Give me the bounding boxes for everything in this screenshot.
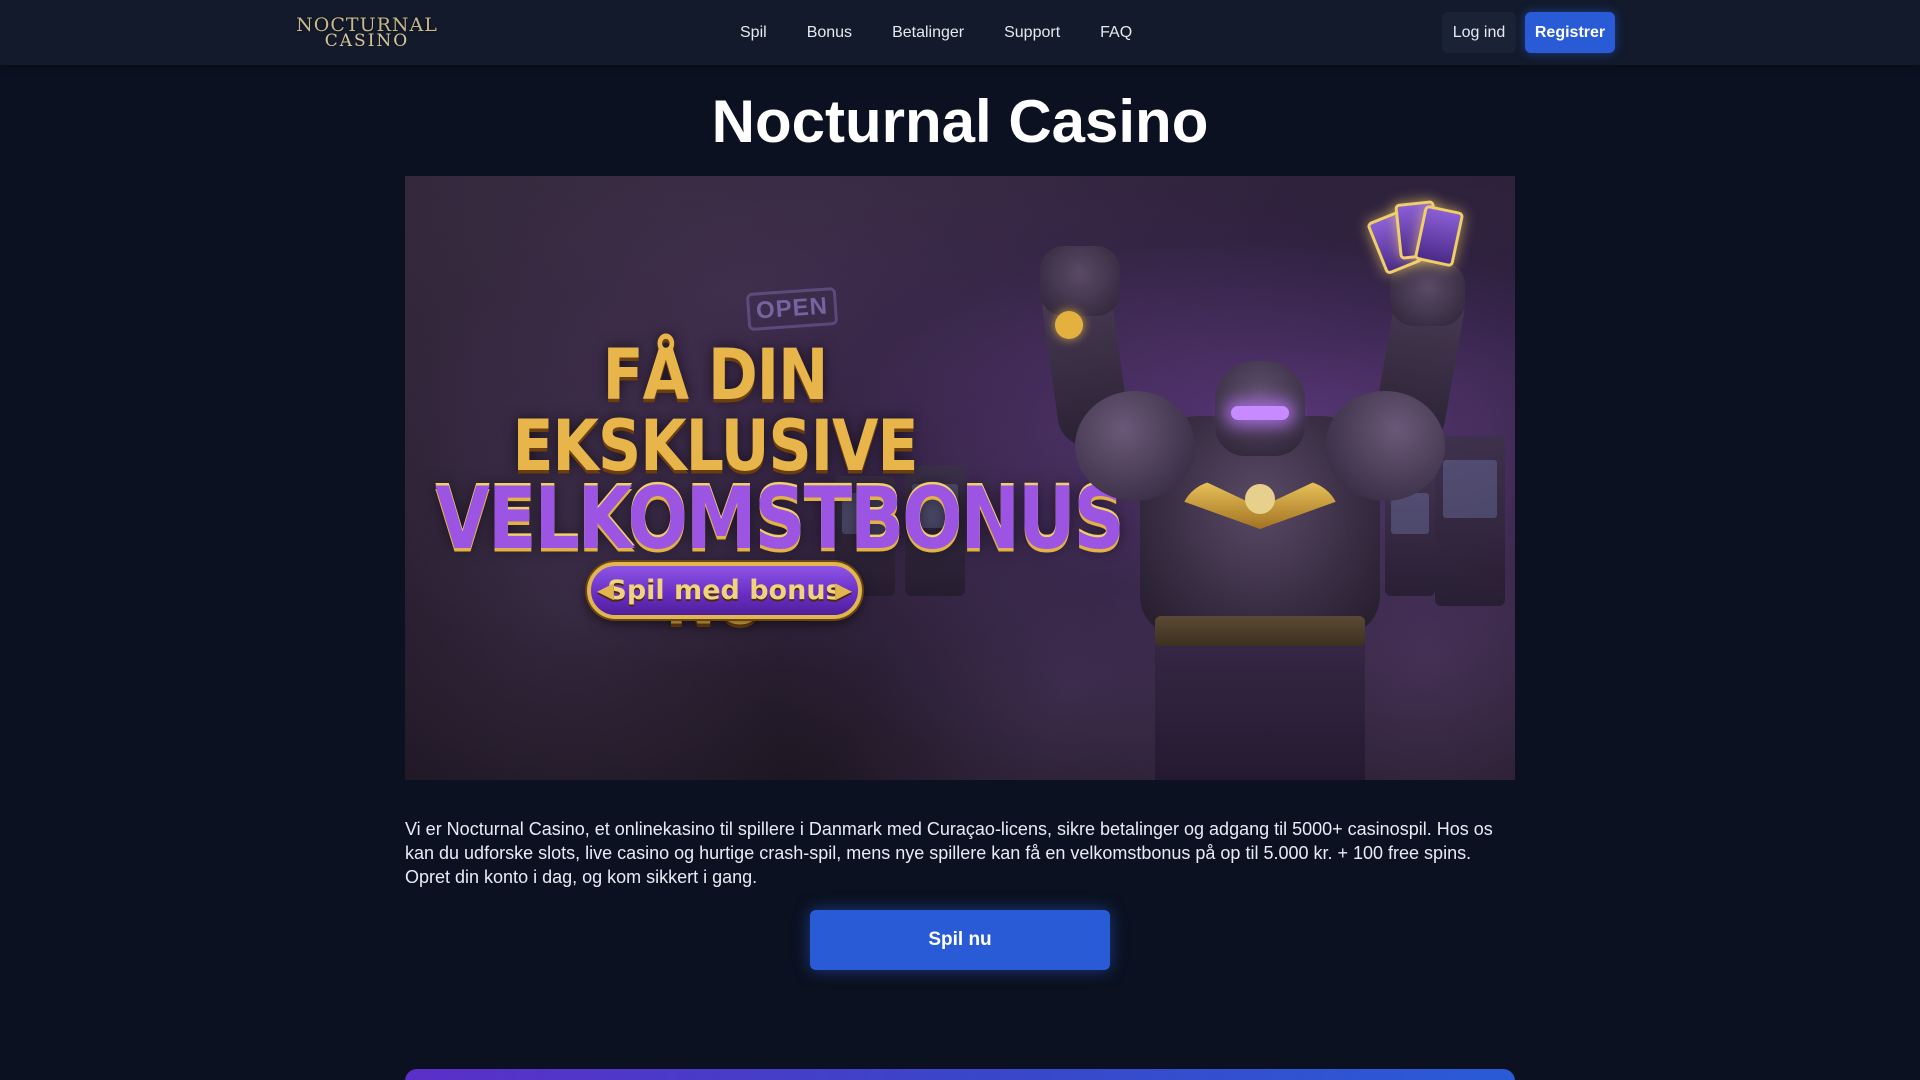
intro-description: Vi er Nocturnal Casino, et onlinekasino … bbox=[405, 819, 1493, 887]
top-navigation-bar: NOCTURNAL CASINO Spil Bonus Betalinger S… bbox=[0, 0, 1920, 65]
headline-line-2: VELKOMSTBONUS bbox=[435, 468, 1125, 569]
nav-link-faq[interactable]: FAQ bbox=[1080, 0, 1152, 65]
open-neon-sign: OPEN bbox=[745, 286, 839, 332]
nav-link-betalinger[interactable]: Betalinger bbox=[872, 0, 984, 65]
nav-link-spil[interactable]: Spil bbox=[724, 0, 787, 65]
gold-chip-icon bbox=[1055, 311, 1083, 339]
play-now-button[interactable]: Spil nu bbox=[810, 910, 1110, 970]
casino-logo[interactable]: NOCTURNAL CASINO bbox=[296, 14, 437, 52]
page-title: Nocturnal Casino bbox=[711, 88, 1209, 155]
logo-text-bottom: CASINO bbox=[324, 31, 410, 51]
nav-link-bonus[interactable]: Bonus bbox=[787, 0, 872, 65]
next-section-banner-edge bbox=[405, 1069, 1515, 1080]
login-button[interactable]: Log ind bbox=[1442, 12, 1516, 53]
main-nav: Spil Bonus Betalinger Support FAQ bbox=[724, 0, 1152, 65]
play-with-bonus-button[interactable]: ◀ Spil med bonus ▶ bbox=[587, 562, 862, 619]
register-button[interactable]: Registrer bbox=[1525, 12, 1615, 53]
bonus-button-label: Spil med bonus bbox=[607, 575, 842, 606]
arrow-right-icon: ▶ bbox=[835, 578, 852, 603]
headline-line-1: FÅ DIN EKSKLUSIVE bbox=[512, 334, 919, 488]
nav-link-support[interactable]: Support bbox=[984, 0, 1080, 65]
arrow-left-icon: ◀ bbox=[597, 578, 614, 603]
promo-banner[interactable]: OPEN FÅ DIN EKSKLUSIVE VELKOMSTBONUS NU … bbox=[405, 176, 1515, 780]
armored-warrior-illustration bbox=[1005, 200, 1485, 780]
